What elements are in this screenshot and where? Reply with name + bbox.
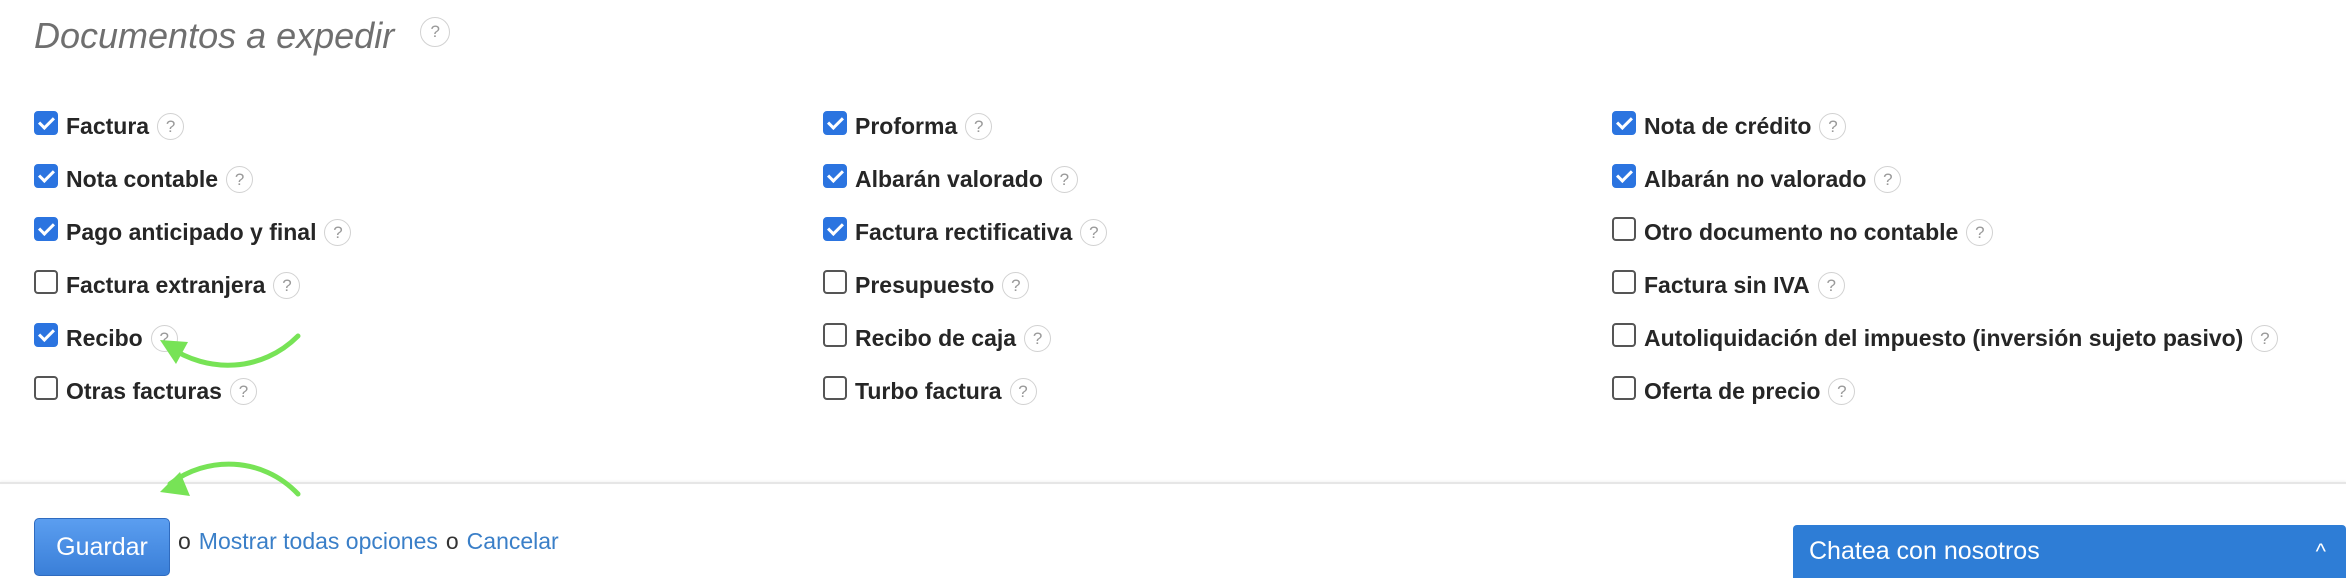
help-icon[interactable]: ? <box>1024 325 1052 352</box>
option-row[interactable]: Proforma? <box>823 100 1107 153</box>
form-actions: Guardar o Mostrar todas opciones o Cance… <box>34 506 567 576</box>
option-row[interactable]: Factura sin IVA? <box>1612 259 2278 312</box>
help-icon[interactable]: ? <box>2251 325 2279 352</box>
option-label[interactable]: Oferta de precio <box>1644 378 1820 405</box>
or-separator: o <box>445 527 459 554</box>
checkbox-unchecked[interactable] <box>823 375 847 400</box>
option-label[interactable]: Factura sin IVA <box>1644 272 1810 299</box>
option-label[interactable]: Turbo factura <box>855 378 1002 405</box>
option-label[interactable]: Nota de crédito <box>1644 113 1811 140</box>
option-row[interactable]: Recibo? <box>34 312 351 365</box>
checkbox-checked[interactable] <box>34 110 58 135</box>
checkbox-unchecked[interactable] <box>1612 375 1636 400</box>
cancel-link[interactable]: Cancelar <box>467 528 559 555</box>
help-icon[interactable]: ? <box>1050 166 1078 193</box>
help-icon[interactable]: ? <box>273 272 301 299</box>
option-label[interactable]: Otro documento no contable <box>1644 219 1958 246</box>
section-title: Documentos a expedir <box>34 15 395 56</box>
checkbox-checked[interactable] <box>34 216 58 241</box>
option-label[interactable]: Proforma <box>855 113 957 140</box>
help-icon[interactable]: ? <box>1966 219 1994 246</box>
option-row[interactable]: Nota de crédito? <box>1612 100 2278 153</box>
options-column-1: Factura? Nota contable? Pago anticipado y … <box>34 100 352 418</box>
help-icon[interactable]: ? <box>226 166 254 193</box>
checkbox-checked[interactable] <box>34 322 58 347</box>
option-row[interactable]: Autoliquidación del impuesto (inversión … <box>1612 312 2279 365</box>
option-row[interactable]: Factura extranjera? <box>34 259 351 312</box>
option-label[interactable]: Autoliquidación del impuesto (inversión … <box>1644 325 2243 352</box>
checkbox-checked[interactable] <box>823 110 847 135</box>
checkbox-checked[interactable] <box>1612 163 1636 188</box>
checkbox-unchecked[interactable] <box>1612 216 1636 241</box>
help-icon[interactable]: ? <box>1817 272 1845 299</box>
settings-page: Documentos a expedir ? Factura? Nota cont… <box>0 0 2346 578</box>
help-icon[interactable]: ? <box>324 219 352 246</box>
show-all-options-link[interactable]: Mostrar todas opciones <box>199 528 438 555</box>
checkbox-unchecked[interactable] <box>1612 322 1636 347</box>
option-label[interactable]: Pago anticipado y final <box>66 219 316 246</box>
help-icon[interactable]: ? <box>1874 166 1902 193</box>
option-label[interactable]: Presupuesto <box>855 272 994 299</box>
option-row[interactable]: Factura? <box>34 100 351 153</box>
checkbox-unchecked[interactable] <box>823 269 847 294</box>
option-label[interactable]: Albarán no valorado <box>1644 166 1866 193</box>
help-icon[interactable]: ? <box>420 17 451 47</box>
chat-widget-bar[interactable]: Chatea con nosotros ^ <box>1793 525 2346 578</box>
help-icon[interactable]: ? <box>965 113 993 140</box>
option-row[interactable]: Albarán valorado? <box>823 153 1107 206</box>
option-row[interactable]: Otras facturas? <box>34 365 351 418</box>
save-button[interactable]: Guardar <box>34 518 170 576</box>
option-label[interactable]: Recibo <box>66 325 143 352</box>
help-icon[interactable]: ? <box>1828 378 1856 405</box>
section-header: Documentos a expedir ? <box>34 15 451 56</box>
option-row[interactable]: Turbo factura? <box>823 365 1107 418</box>
option-row[interactable]: Albarán no valorado? <box>1612 153 2278 206</box>
annotation-arrow-icon <box>160 461 301 497</box>
options-column-2: Proforma? Albarán valorado? Factura rectif… <box>823 100 1108 418</box>
chevron-up-icon: ^ <box>2315 538 2326 564</box>
help-icon[interactable]: ? <box>229 378 257 405</box>
help-icon[interactable]: ? <box>1002 272 1030 299</box>
option-label[interactable]: Nota contable <box>66 166 218 193</box>
or-separator: o <box>178 527 191 554</box>
option-row[interactable]: Recibo de caja? <box>823 312 1107 365</box>
option-row[interactable]: Nota contable? <box>34 153 351 206</box>
option-label[interactable]: Factura rectificativa <box>855 219 1072 246</box>
option-row[interactable]: Otro documento no contable? <box>1612 206 2278 259</box>
checkbox-checked[interactable] <box>34 163 58 188</box>
checkbox-unchecked[interactable] <box>34 269 58 294</box>
checkbox-unchecked[interactable] <box>34 375 58 400</box>
footer-divider <box>0 482 2346 484</box>
help-icon[interactable]: ? <box>1080 219 1108 246</box>
option-row[interactable]: Factura rectificativa? <box>823 206 1108 259</box>
checkbox-checked[interactable] <box>1612 110 1636 135</box>
option-row[interactable]: Oferta de precio? <box>1612 365 2278 418</box>
help-icon[interactable]: ? <box>1819 113 1847 140</box>
option-label[interactable]: Factura extranjera <box>66 272 265 299</box>
checkbox-unchecked[interactable] <box>823 322 847 347</box>
help-icon[interactable]: ? <box>150 325 178 352</box>
checkbox-unchecked[interactable] <box>1612 269 1636 294</box>
option-label[interactable]: Otras facturas <box>66 378 222 405</box>
checkbox-checked[interactable] <box>823 163 847 188</box>
checkbox-checked[interactable] <box>823 216 847 241</box>
option-row[interactable]: Presupuesto? <box>823 259 1107 312</box>
option-label[interactable]: Albarán valorado <box>855 166 1043 193</box>
option-label[interactable]: Factura <box>66 113 149 140</box>
help-icon[interactable]: ? <box>157 113 185 140</box>
option-row[interactable]: Pago anticipado y final? <box>34 206 352 259</box>
option-label[interactable]: Recibo de caja <box>855 325 1016 352</box>
chat-label: Chatea con nosotros <box>1809 537 2040 565</box>
help-icon[interactable]: ? <box>1009 378 1037 405</box>
options-column-3: Nota de crédito? Albarán no valorado? Otro… <box>1612 100 2279 418</box>
